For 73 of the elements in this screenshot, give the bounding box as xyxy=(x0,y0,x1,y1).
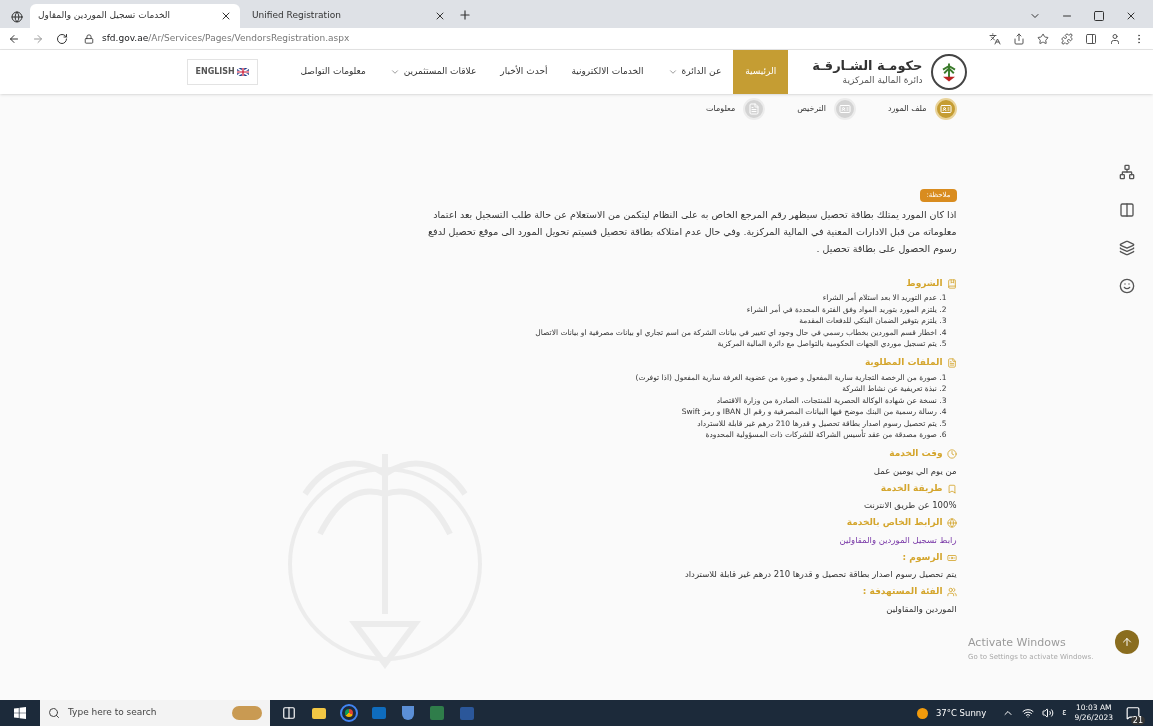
section-heading: الرابط الخاص بالخدمة xyxy=(846,516,943,530)
clock-icon xyxy=(946,449,957,459)
emblem-icon xyxy=(930,54,967,90)
step-label: معلومات xyxy=(706,103,736,115)
translate-icon[interactable] xyxy=(989,32,1001,45)
section-heading: وقت الخدمة xyxy=(889,447,943,461)
browser-app-icon[interactable] xyxy=(342,706,356,720)
document-icon xyxy=(946,358,957,368)
extensions-icon[interactable] xyxy=(1061,32,1073,45)
profile-icon[interactable] xyxy=(1109,32,1121,45)
section-heading: الرسوم : xyxy=(902,550,943,565)
globe-icon xyxy=(946,518,957,528)
nav-item[interactable]: علاقات المستثمرين xyxy=(377,50,489,94)
notifications-button[interactable]: 21 xyxy=(1121,701,1145,725)
section-text: يتم تحصيل رسوم اصدار بطاقة تحصيل و قدرها 210 درهم غير قابلة للاسترداد xyxy=(684,568,957,582)
new-tab-icon[interactable] xyxy=(458,8,472,22)
document-icon xyxy=(748,103,761,115)
registration-link[interactable]: رابط تسجيل الموردين والمقاولين xyxy=(839,533,957,547)
sun-icon xyxy=(916,707,928,719)
logo-subtitle: دائرة المالية المركزية xyxy=(841,74,923,86)
section-heading: الشروط xyxy=(906,276,943,291)
sitemap-icon[interactable] xyxy=(1119,164,1135,180)
step-label: الترخيص xyxy=(797,103,826,115)
nav-item[interactable]: معلومات التواصل xyxy=(288,50,378,94)
section-heading: الملفات المطلوبة xyxy=(864,356,943,370)
lock-icon xyxy=(84,33,94,44)
nav-item[interactable]: الخدمات الالكترونية xyxy=(559,50,656,94)
arrow-up-icon xyxy=(1121,636,1133,648)
note-text: اذا كان المورد يمتلك بطاقة تحصيل سيظهر رقم المرجع الخاص به على النظام ليتكمن من الاستعلام عن حالة طلب التسجيل بعد اعتماد معلوماته من قبل الادارات المعنية في المالية المركزية. وفي حال عدم امتلاكه بطاقة تحصيل فسيتم تحويل المورد الى موقع تحصيل لدفع رسوم الحصول على بطاقة تحصيل . xyxy=(427,208,957,256)
speaker-icon[interactable] xyxy=(1042,707,1055,719)
reload-icon[interactable] xyxy=(56,32,68,45)
bookmark-star-icon[interactable] xyxy=(1037,32,1049,45)
notification-count: 21 xyxy=(1130,716,1145,725)
shield-app-icon[interactable] xyxy=(402,706,414,720)
banknote-icon xyxy=(946,552,957,563)
section-heading: طريقة الخدمة xyxy=(880,481,943,496)
flag-icon xyxy=(236,68,249,76)
url-text: sfd.gov.ae/Ar/Services/Pages/VendorsRegistration.aspx xyxy=(102,31,350,45)
section-heading: الفئة المستهدفة : xyxy=(862,585,943,599)
browser-tab[interactable]: الخدمات تسجيل الموردين والمقاول xyxy=(30,4,240,28)
network-icon[interactable] xyxy=(1022,707,1035,719)
nav-item[interactable]: عن الدائرة xyxy=(655,50,734,94)
section-text: 100% عن طريق الانترنت xyxy=(864,499,957,513)
id-card-icon xyxy=(939,103,952,115)
section-text: من يوم الي يومين عمل xyxy=(873,464,957,478)
restore-icon[interactable] xyxy=(1093,10,1105,22)
folder-icon[interactable] xyxy=(312,707,326,719)
section-text: الموردين والمقاولين xyxy=(886,602,957,616)
taskbar-search-field[interactable]: Type here to search xyxy=(40,700,270,726)
nav-item[interactable]: أحدث الأخبار xyxy=(488,50,560,94)
weather-text[interactable]: 37°C Sunny xyxy=(935,706,987,720)
input-language[interactable]: ε xyxy=(1062,707,1067,719)
browser-icon xyxy=(11,11,23,23)
id-card-icon xyxy=(838,103,851,115)
language-button[interactable]: ENGLISH xyxy=(186,59,258,85)
bookmark-icon xyxy=(946,483,957,494)
task-view-icon[interactable] xyxy=(282,706,296,720)
close-icon[interactable] xyxy=(220,10,232,22)
close-icon[interactable] xyxy=(1125,10,1137,22)
close-icon[interactable] xyxy=(434,10,446,22)
browser-tab[interactable]: Unified Registration xyxy=(244,4,454,28)
users-icon xyxy=(946,587,957,597)
logo-title: حكومـة الشـارقـة xyxy=(812,58,923,75)
back-to-top-button[interactable] xyxy=(1115,630,1139,654)
layers-icon[interactable] xyxy=(1119,240,1135,256)
windows-logo-icon[interactable] xyxy=(14,707,26,719)
smiley-icon[interactable] xyxy=(1119,278,1135,294)
share-icon[interactable] xyxy=(1013,32,1025,45)
activation-title: Activate Windows xyxy=(968,635,1067,651)
search-icon xyxy=(48,707,60,719)
step-label: ملف المورد xyxy=(887,103,927,115)
side-panel-icon[interactable] xyxy=(1085,32,1097,45)
back-icon[interactable] xyxy=(8,32,20,45)
